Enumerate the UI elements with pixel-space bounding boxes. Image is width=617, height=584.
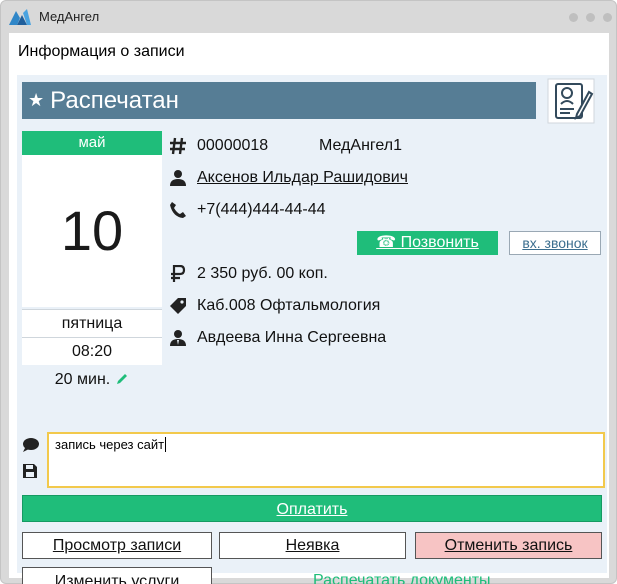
window-control-dot[interactable] [603, 13, 612, 22]
tag-icon [170, 298, 186, 314]
hash-icon [170, 137, 186, 155]
service-row: Каб.008 Офтальмология [169, 293, 469, 319]
comment-icon [23, 438, 39, 452]
call-button[interactable]: ☎ Позвонить [357, 231, 498, 255]
text-cursor [165, 437, 167, 452]
app-window: МедАнгел Информация о записи ★ Распечатан… [0, 0, 617, 584]
appointment-time: 08:20 [22, 337, 162, 365]
phone-icon [170, 202, 186, 218]
service-name: Каб.008 Офтальмология [197, 297, 381, 314]
title-bar[interactable]: МедАнгел [1, 1, 616, 33]
panel-title: Информация о записи [18, 43, 185, 60]
record-source: МедАнгел1 [319, 137, 402, 154]
patient-row: Аксенов Ильдар Рашидович [169, 165, 599, 191]
view-record-button[interactable]: Просмотр записи [22, 532, 212, 559]
calendar-weekday: пятница [22, 309, 162, 337]
record-number-row: 00000018 МедАнгел1 [169, 133, 599, 159]
no-show-button[interactable]: Неявка [219, 532, 406, 559]
window-control-dot[interactable] [586, 13, 595, 22]
user-icon [170, 170, 186, 186]
patient-name-link[interactable]: Аксенов Ильдар Рашидович [197, 165, 408, 191]
doctor-name: Авдеева Инна Сергеевна [197, 329, 387, 346]
price-row: 2 350 руб. 00 коп. [169, 261, 349, 287]
phone-row: +7(444)444-44-44 [169, 197, 359, 223]
star-icon: ★ [28, 90, 45, 110]
doctor-row: Авдеева Инна Сергеевна [169, 325, 469, 351]
phone-number: +7(444)444-44-44 [197, 201, 326, 218]
window-control-dot[interactable] [569, 13, 578, 22]
price-value: 2 350 руб. 00 коп. [197, 265, 328, 282]
save-icon[interactable] [22, 463, 38, 479]
appointment-duration: 20 мин. [22, 366, 162, 394]
doctor-icon [170, 330, 186, 346]
medangel-logo-icon [9, 9, 31, 25]
app-title: МедАнгел [39, 9, 100, 24]
record-info-panel: Информация о записи ★ Распечатан май 10 п… [9, 33, 609, 584]
status-label: Распечатан [50, 87, 179, 114]
print-documents-link[interactable]: Распечатать документы [313, 572, 491, 584]
calendar-month: май [22, 131, 162, 155]
cancel-record-button[interactable]: Отменить запись [415, 532, 602, 559]
incoming-call-button[interactable]: вх. звонок [509, 231, 601, 255]
contract-document-icon[interactable] [547, 78, 595, 124]
record-number: 00000018 [197, 137, 269, 154]
pay-button[interactable]: Оплатить [22, 495, 602, 522]
calendar-day: 10 [22, 155, 162, 307]
content-area: ★ Распечатан май 10 пятница 08:20 20 мин. [17, 75, 607, 584]
comment-text: запись через сайт [55, 437, 165, 452]
ruble-icon [171, 265, 186, 282]
edit-services-button[interactable]: Изменить услуги [22, 567, 212, 584]
status-bar: ★ Распечатан [22, 82, 536, 119]
duration-value: 20 мин. [54, 371, 111, 388]
comment-input[interactable]: запись через сайт [47, 432, 605, 488]
pencil-edit-icon[interactable] [115, 372, 129, 386]
